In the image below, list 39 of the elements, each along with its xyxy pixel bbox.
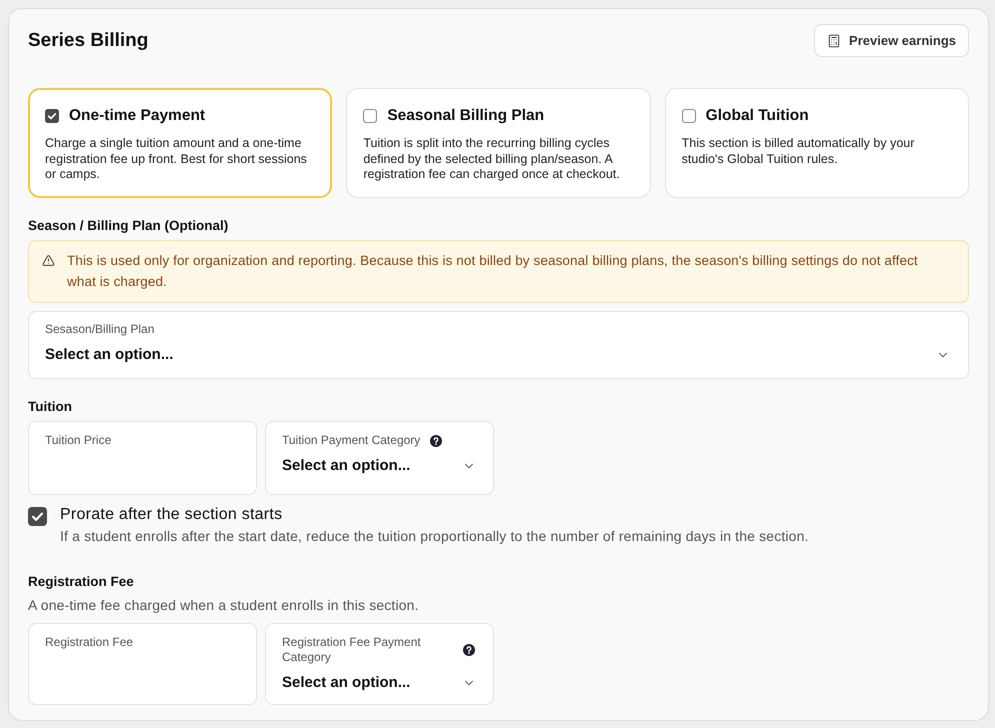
option-title: Global Tuition — [706, 106, 809, 126]
select-field[interactable]: Registration Fee Payment Category Select an option... — [265, 623, 494, 705]
option-description: This section is billed automatically by your studio's Global Tuition rules. — [682, 136, 916, 167]
field-label: Registration Fee Payment Category — [282, 635, 422, 665]
billing-option-card[interactable]: Seasonal Billing Plan Tuition is split into the recurring billing cycles defined by the selected billing plan/season. A registration fee can charged once at checkout. — [346, 88, 651, 198]
section-description: A one-time fee charged when a student enrolls in this section. — [28, 596, 420, 614]
select-field[interactable]: Sesason/Billing Plan Select an option... — [28, 311, 969, 379]
select-value: Select an option... — [282, 673, 410, 693]
select-value: Select an option... — [45, 345, 174, 365]
checkbox[interactable] — [45, 109, 59, 123]
section-heading: Season / Billing Plan (Optional) — [28, 218, 230, 234]
checkbox[interactable] — [682, 109, 696, 123]
billing-option-card[interactable]: Global Tuition This section is billed automatically by your studio's Global Tuition rules. — [664, 88, 969, 198]
section-heading: Registration Fee — [28, 574, 135, 590]
alert-text: This is used only for organization and reporting. Because this is not billed by seasonal billing plans, the season's billing settings do not affect what is charged. — [67, 252, 919, 291]
help-icon[interactable] — [463, 644, 475, 656]
billing-option-card[interactable]: One-time Payment Charge a single tuition amount and a one-time registration fee up front. Best for short sessions or camps. — [28, 88, 332, 198]
warning-icon — [42, 254, 55, 267]
prorate-label: Prorate after the section starts — [60, 505, 284, 525]
checkbox[interactable] — [28, 507, 47, 526]
help-icon[interactable] — [430, 434, 442, 446]
panel-title: Series Billing — [28, 28, 148, 52]
input-field[interactable]: Tuition Price — [28, 421, 257, 495]
field-label: Registration Fee — [45, 635, 134, 650]
select-value: Select an option... — [282, 456, 410, 476]
checkbox[interactable] — [363, 109, 378, 123]
calculator-icon — [827, 34, 842, 48]
option-description: Charge a single tuition amount and a one-time registration fee up front. Best for short sessions or camps. — [45, 136, 308, 182]
preview-earnings-button[interactable]: Preview earnings — [814, 24, 969, 57]
option-title: Seasonal Billing Plan — [387, 106, 544, 126]
input-field[interactable]: Registration Fee — [28, 623, 257, 705]
field-label: Tuition Payment Category — [282, 433, 420, 448]
select-field[interactable]: Tuition Payment Category Select an option... — [265, 421, 494, 495]
section-heading: Tuition — [28, 399, 73, 415]
option-title: One-time Payment — [69, 106, 206, 126]
field-label: Sesason/Billing Plan — [45, 322, 156, 336]
prorate-description: If a student enrolls after the start date, reduce the tuition proportionally to the number of remaining days in the section. — [60, 527, 809, 545]
option-description: Tuition is split into the recurring billing cycles defined by the selected billing plan/season. A registration fee can charged once at checkout. — [363, 136, 621, 182]
field-label: Tuition Price — [45, 433, 112, 448]
